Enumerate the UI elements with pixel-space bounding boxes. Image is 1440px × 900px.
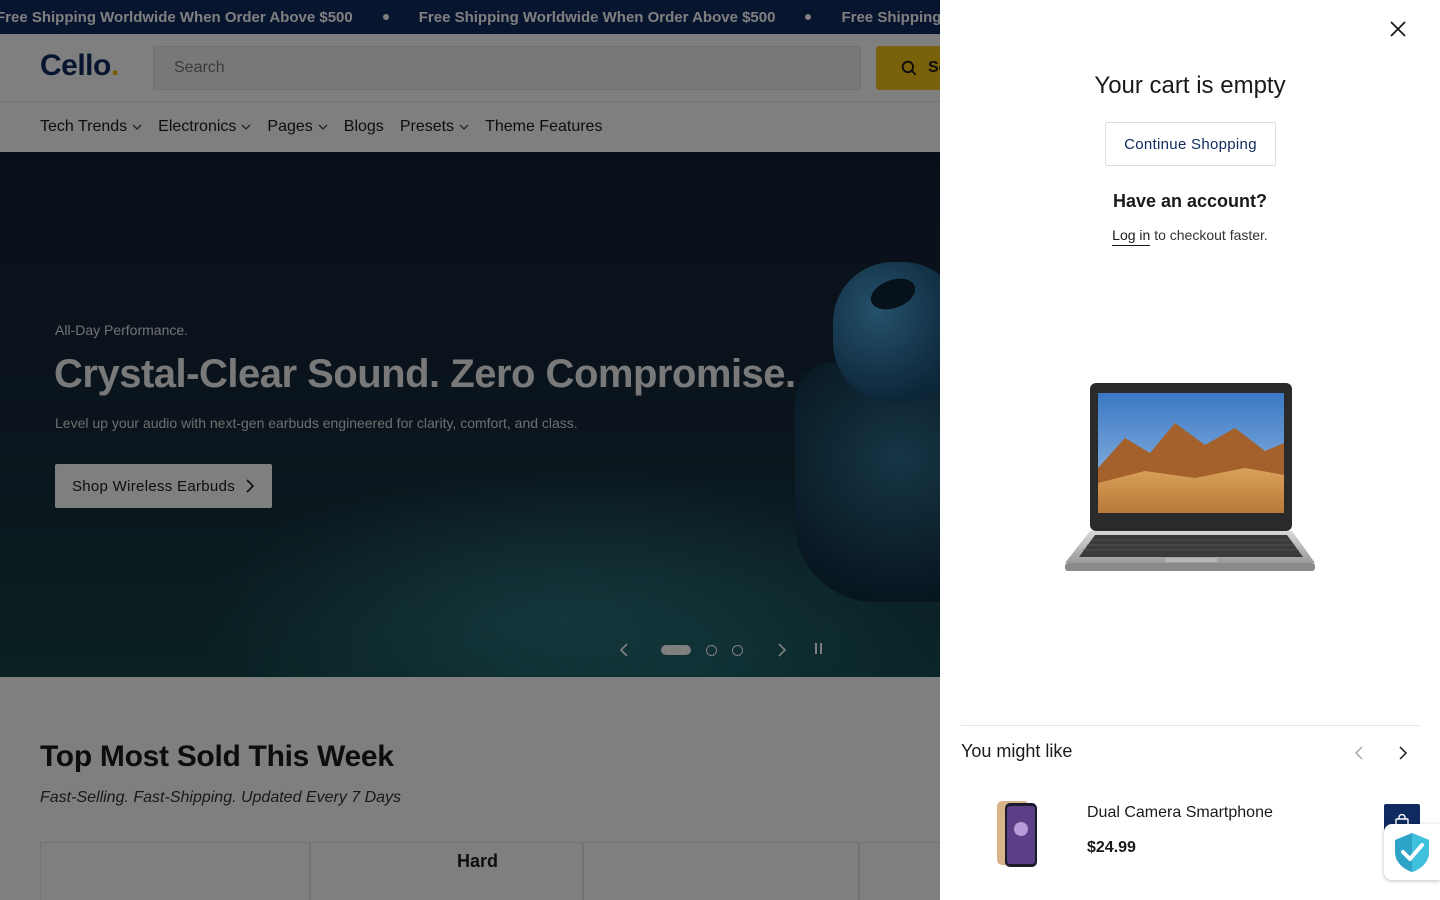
- close-cart-button[interactable]: [1386, 17, 1410, 41]
- account-title: Have an account?: [1112, 191, 1268, 211]
- shield-check-icon: [1395, 833, 1429, 872]
- login-link[interactable]: Log in: [1112, 227, 1151, 246]
- recommend-divider: [961, 725, 1420, 726]
- continue-shopping-button[interactable]: Continue Shopping: [1105, 122, 1276, 166]
- chevron-right-icon: [1399, 746, 1408, 760]
- cart-empty-title: Your cart is empty: [1094, 72, 1286, 99]
- smartphone-image[interactable]: [995, 799, 1039, 869]
- recommend-title: You might like: [961, 741, 1073, 761]
- recommend-product-price: $24.99: [1087, 839, 1136, 856]
- laptop-image: [1065, 383, 1315, 571]
- login-suffix: to checkout faster.: [1150, 227, 1268, 243]
- privacy-badge[interactable]: [1384, 824, 1440, 880]
- login-prompt: Log in to checkout faster.: [940, 227, 1440, 246]
- recommend-prev-button[interactable]: [1350, 744, 1368, 762]
- close-icon: [1390, 21, 1406, 37]
- chevron-left-icon: [1354, 746, 1363, 760]
- recommend-product-name[interactable]: Dual Camera Smartphone: [1087, 804, 1273, 822]
- recommend-next-button[interactable]: [1394, 744, 1412, 762]
